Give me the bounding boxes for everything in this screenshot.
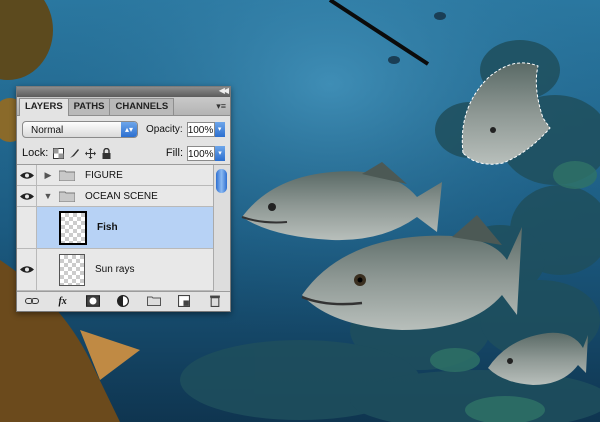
lock-position-icon[interactable] (85, 147, 97, 159)
link-icon[interactable] (25, 295, 40, 307)
layers-scrollbar[interactable] (213, 165, 230, 291)
expand-triangle-icon[interactable]: ▶ (41, 170, 55, 181)
visibility-eye-icon[interactable] (17, 165, 37, 185)
visibility-eye-icon[interactable] (17, 186, 37, 206)
layer-row-sun-rays[interactable]: Sun rays (17, 249, 214, 291)
panel-menu-icon[interactable]: ▾≡ (216, 101, 226, 112)
lock-transparency-icon[interactable] (53, 147, 65, 159)
lock-all-icon[interactable] (101, 147, 112, 159)
lock-row: Lock: Fill: 100% ▾ (17, 142, 230, 165)
new-layer-icon[interactable] (177, 295, 191, 307)
layer-row-figure[interactable]: ▶ FIGURE (17, 165, 214, 186)
folder-icon (59, 170, 75, 181)
collapse-triangle-icon[interactable]: ▼ (41, 191, 55, 201)
layer-row-ocean-scene[interactable]: ▼ OCEAN SCENE (17, 186, 214, 207)
trash-icon[interactable] (208, 295, 222, 307)
fill-dropdown-icon[interactable]: ▾ (215, 145, 225, 161)
blend-mode-select[interactable]: Normal ▴▾ (22, 120, 138, 138)
visibility-toggle-empty[interactable] (17, 207, 37, 248)
adjustment-icon[interactable] (116, 295, 130, 307)
opacity-label: Opacity: (146, 123, 183, 135)
opacity-dropdown-icon[interactable]: ▾ (214, 121, 225, 137)
scrollbar-thumb[interactable] (216, 169, 227, 193)
folder-icon (59, 191, 75, 202)
layer-name: Sun rays (95, 264, 135, 275)
panel-titlebar[interactable]: ◀◀ (17, 86, 230, 97)
new-group-icon[interactable] (146, 295, 161, 307)
opacity-input[interactable]: 100% (186, 121, 215, 137)
panel-bottom-toolbar: fx (17, 291, 230, 310)
layer-thumbnail (59, 210, 87, 245)
layer-name: Fish (97, 222, 118, 233)
mask-icon[interactable] (86, 295, 101, 307)
tab-layers[interactable]: LAYERS (19, 98, 69, 116)
visibility-eye-icon[interactable] (17, 249, 37, 290)
layer-row-fish[interactable]: Fish (17, 207, 214, 249)
collapse-icon[interactable]: ◀◀ (219, 86, 229, 96)
layer-thumbnail (59, 253, 85, 286)
layer-name: OCEAN SCENE (85, 190, 158, 202)
tab-channels[interactable]: CHANNELS (109, 98, 175, 115)
tab-paths[interactable]: PATHS (67, 98, 111, 115)
panel-tabs: LAYERS PATHS CHANNELS ▾≡ (17, 97, 230, 116)
layers-panel: ◀◀ LAYERS PATHS CHANNELS ▾≡ Normal ▴▾ Op… (16, 86, 231, 312)
layer-name: FIGURE (85, 169, 123, 181)
blend-row: Normal ▴▾ Opacity: 100% ▾ (17, 116, 230, 142)
lock-label: Lock: (22, 147, 49, 159)
fill-input[interactable]: 100% (187, 145, 215, 161)
select-arrow-icon: ▴▾ (121, 121, 137, 137)
layers-list: ▶ FIGURE ▼ OCEAN SCENE Fish Sun rays (17, 165, 230, 291)
lock-brush-icon[interactable] (69, 148, 80, 159)
fill-label: Fill: (165, 147, 183, 159)
fx-icon[interactable]: fx (56, 295, 70, 307)
blend-mode-value: Normal (31, 124, 64, 136)
